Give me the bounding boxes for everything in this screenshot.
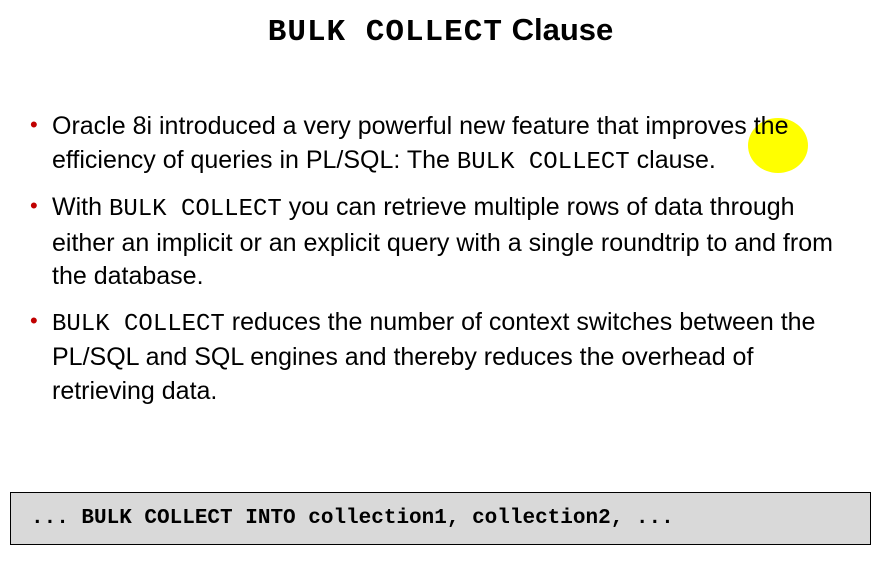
bullet-text: clause. — [630, 146, 716, 174]
bullet-text: Oracle 8i introduced a very powerful new… — [52, 112, 754, 140]
code-inline: BULK COLLECT — [52, 311, 225, 338]
slide-title: BULK COLLECT Clause — [20, 12, 861, 50]
bullet-item: Oracle 8i introduced a very powerful new… — [30, 110, 861, 179]
title-mono: BULK COLLECT — [268, 15, 503, 50]
bullet-text-hl: the — [754, 112, 789, 140]
code-inline: BULK COLLECT — [457, 149, 630, 176]
highlight-wrap: the — [754, 112, 789, 140]
code-inline: BULK COLLECT — [109, 196, 282, 223]
code-text: ... BULK COLLECT INTO collection1, colle… — [31, 507, 674, 530]
bullet-text: efficiency of queries in PL/SQL: The — [52, 146, 457, 174]
bullet-list: Oracle 8i introduced a very powerful new… — [20, 110, 861, 409]
code-box: ... BULK COLLECT INTO collection1, colle… — [10, 492, 871, 545]
bullet-item: With BULK COLLECT you can retrieve multi… — [30, 191, 861, 294]
title-rest: Clause — [503, 12, 613, 47]
bullet-text: With — [52, 193, 109, 221]
bullet-item: BULK COLLECT reduces the number of conte… — [30, 306, 861, 409]
